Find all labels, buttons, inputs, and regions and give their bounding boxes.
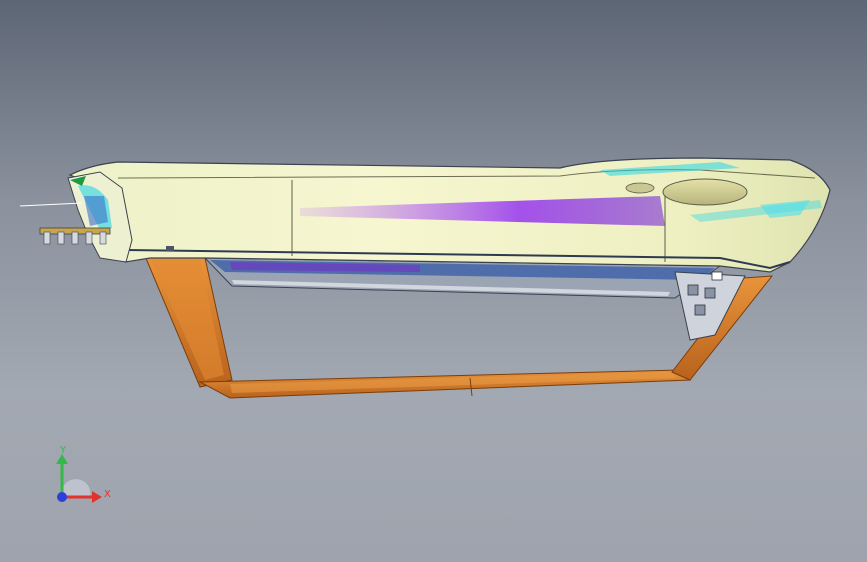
door-handle[interactable] [662,178,748,206]
coordinate-triad[interactable]: Y X [56,445,111,503]
x-axis-label: X [104,489,111,500]
y-axis-label: Y [59,445,67,456]
model-canvas[interactable]: Y X [0,0,867,562]
door-outer-panel[interactable] [68,157,831,273]
edge-wire [19,202,83,207]
mirror-mount[interactable] [19,171,133,263]
z-axis-icon [57,492,67,502]
cad-viewport[interactable]: Y X [0,0,867,562]
